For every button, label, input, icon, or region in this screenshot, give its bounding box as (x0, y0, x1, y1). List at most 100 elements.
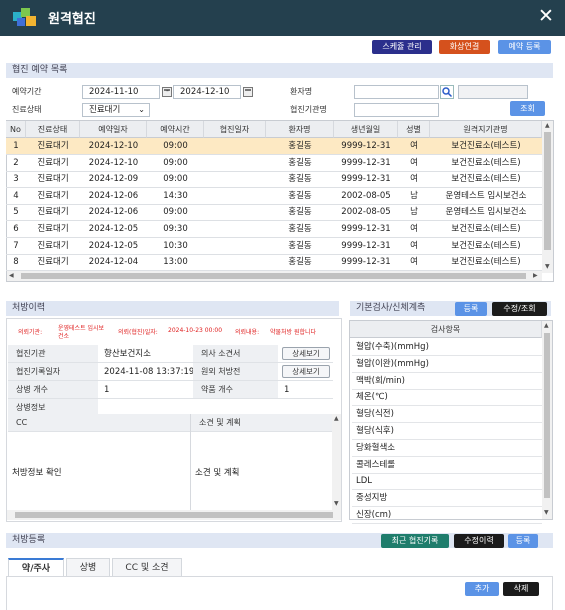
measure-scrollbar[interactable]: ▲ ▼ (542, 321, 552, 519)
tab-drug[interactable]: 약/주사 (8, 558, 64, 576)
table-cell (204, 155, 266, 171)
history-section-title: 처방이력 (6, 301, 339, 316)
table-cell (204, 254, 266, 270)
measure-item[interactable]: 혈당(식후) (352, 423, 542, 440)
measure-item[interactable]: 맥박(회/min) (352, 373, 542, 390)
table-cell: 9999-12-31 (341, 240, 391, 251)
delete-button[interactable]: 삭제 (503, 582, 539, 596)
table-cell: 2024-12-06 (88, 190, 139, 201)
table-cell: 홍길동 (288, 141, 312, 151)
vertical-scrollbar[interactable]: ▲ ▼ (542, 121, 553, 273)
measure-item[interactable]: 중성지방 (352, 490, 542, 508)
table-cell: 2024-12-09 (88, 174, 139, 185)
search-icon[interactable] (440, 85, 454, 99)
table-cell: 5 (13, 207, 19, 218)
table-cell: 8 (13, 257, 19, 268)
column-header: 협진일자 (204, 121, 266, 138)
column-header: 생년월일 (334, 121, 398, 138)
horizontal-scrollbar[interactable]: ◀ ▶ (7, 271, 542, 281)
disease-count-label: 상병 개수 (8, 381, 98, 399)
table-cell: 여 (410, 141, 418, 151)
table-cell: 남 (410, 190, 418, 201)
measure-item[interactable]: 당화혈색소 (352, 440, 542, 457)
org-value: 향산보건지소 (98, 345, 193, 363)
close-icon[interactable]: ✕ (538, 6, 554, 26)
table-cell: 2024-12-05 (88, 240, 139, 251)
red-date-label: 의뢰(협진)일자: (118, 329, 158, 336)
booking-button[interactable]: 예약 등록 (498, 40, 551, 54)
edit-history-button[interactable]: 수정이력 (454, 534, 504, 548)
doctor-detail-button[interactable]: 상세보기 (282, 347, 330, 360)
table-cell: 09:00 (163, 141, 188, 151)
schedule-button[interactable]: 스케쥴 관리 (372, 40, 432, 54)
table-cell: 09:00 (163, 174, 188, 185)
recent-record-button[interactable]: 최근 협진기록 (381, 534, 449, 548)
date-to-input[interactable]: 2024-12-10 (173, 85, 241, 99)
table-cell: 여 (410, 224, 418, 234)
table-cell: 진료대기 (37, 257, 69, 268)
table-cell: 여 (410, 257, 418, 268)
red-content-label: 의뢰내용: (235, 329, 260, 336)
window-title: 원격협진 (48, 12, 96, 27)
measure-item[interactable]: LDL (352, 473, 542, 491)
measure-item[interactable]: 체온(℃) (352, 389, 542, 407)
table-cell: 홍길동 (288, 190, 312, 201)
table-cell: 홍길동 (288, 157, 312, 168)
column-header: 진료상태 (26, 121, 80, 138)
table-cell (204, 188, 266, 204)
history-scrollbar[interactable]: ▲ ▼ (332, 414, 341, 510)
disease-count-value: 1 (98, 381, 193, 399)
table-cell: 진료대기 (37, 174, 69, 185)
table-cell: 2 (13, 157, 19, 168)
table-cell: 09:00 (163, 157, 188, 168)
drug-count-value: 1 (278, 381, 333, 399)
history-hscrollbar[interactable] (7, 510, 341, 520)
table-cell: 보건진료소(테스트) (451, 224, 521, 234)
table-cell: 여 (410, 157, 418, 168)
table-cell: 보건진료소(테스트) (451, 157, 521, 168)
table-cell: 홍길동 (288, 207, 312, 218)
column-header: 예약일자 (80, 121, 147, 138)
table-cell: 7 (13, 240, 19, 251)
measure-item[interactable]: 신장(cm) (352, 507, 542, 524)
calendar-icon[interactable] (243, 87, 253, 97)
reservation-section-title: 협진 예약 목록 (6, 63, 553, 78)
register-button[interactable]: 등록 (508, 534, 538, 548)
datetime-value: 2024-11-08 13:37:19 (98, 363, 194, 381)
table-cell: 홍길동 (288, 174, 312, 185)
video-call-button[interactable]: 화상연결 (439, 40, 490, 54)
table-cell: 09:30 (163, 224, 188, 234)
tab-disease[interactable]: 상병 (66, 558, 110, 576)
table-cell: 6 (13, 224, 19, 234)
tab-cc-opinion[interactable]: CC 및 소견 (112, 558, 182, 576)
table-cell: 2024-12-05 (88, 224, 139, 234)
table-cell: 남 (410, 207, 418, 218)
measure-item[interactable]: 혈당(식전) (352, 406, 542, 424)
search-button[interactable]: 조회 (510, 101, 545, 116)
patient-input[interactable] (354, 85, 439, 99)
table-cell: 진료대기 (37, 157, 69, 168)
cc-header: CC (8, 414, 190, 432)
red-org-value: 운영테스트 임시보건소 (58, 325, 105, 340)
org-label: 협진기관명 (290, 105, 327, 114)
remote-detail-button[interactable]: 상세보기 (282, 365, 330, 378)
column-header: 환자명 (266, 121, 334, 138)
status-select[interactable]: 진료대기 ⌄ (82, 103, 150, 117)
measure-item[interactable]: 콜레스테롤 (352, 457, 542, 474)
add-button[interactable]: 추가 (465, 582, 499, 596)
measure-edit-button[interactable]: 수정/조회 (492, 302, 547, 316)
table-cell (204, 171, 266, 187)
column-header: 성별 (398, 121, 430, 138)
red-date-value: 2024-10-23 00:00 (168, 327, 223, 334)
column-header: 예약시간 (147, 121, 204, 138)
table-cell: 운영테스트 임시보건소 (445, 207, 527, 218)
measure-register-button[interactable]: 등록 (455, 302, 487, 316)
divider (190, 414, 191, 510)
org-input[interactable] (354, 103, 439, 117)
date-from-input[interactable]: 2024-11-10 (82, 85, 160, 99)
red-org-label: 의뢰기관: (18, 329, 43, 336)
measure-item[interactable]: 혈압(이완)(mmHg) (352, 356, 542, 373)
table-cell: 2024-12-10 (88, 141, 139, 151)
table-cell (204, 138, 266, 154)
measure-item[interactable]: 혈압(수축)(mmHg) (352, 339, 542, 356)
